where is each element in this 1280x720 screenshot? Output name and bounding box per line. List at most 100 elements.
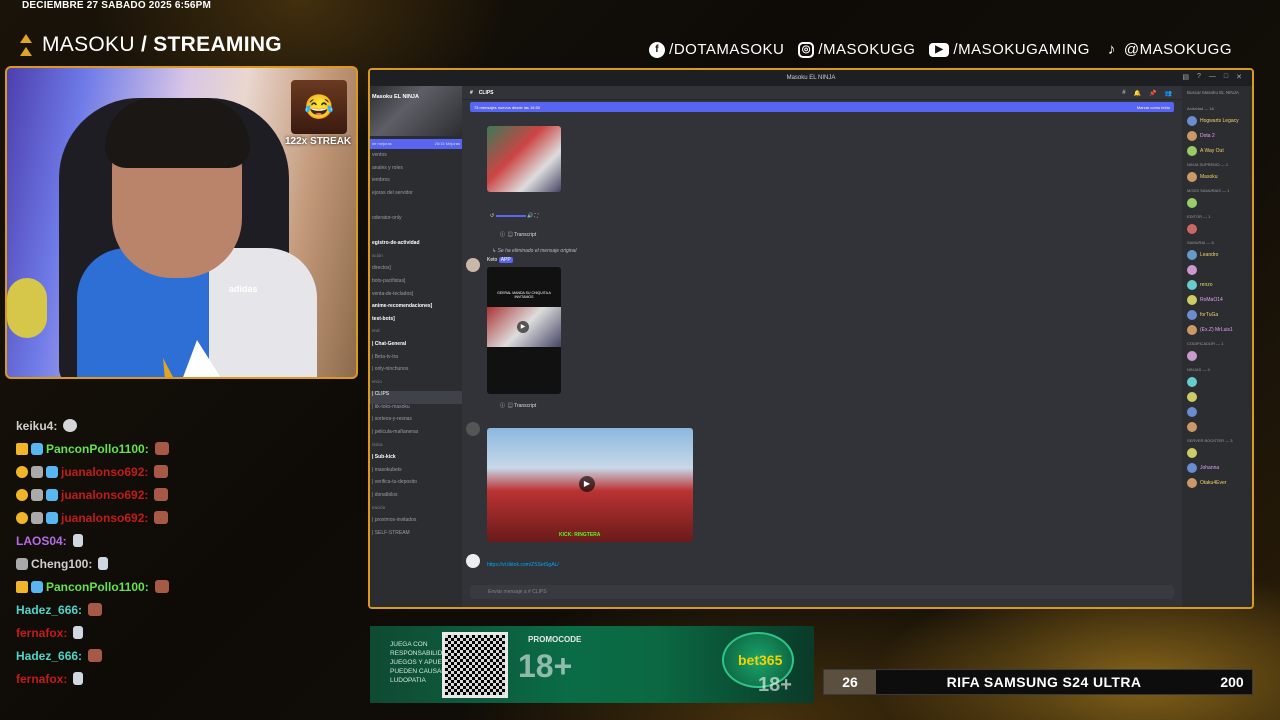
channel-item[interactable]: test-bots] xyxy=(370,316,462,329)
channel-category[interactable]: eral xyxy=(370,328,462,341)
chat-username[interactable]: LAOS04: xyxy=(16,534,67,548)
channel-item[interactable]: | CLIPS xyxy=(370,391,462,404)
author-line[interactable]: Keto APP xyxy=(487,257,513,263)
member-item[interactable]: Leandro xyxy=(1187,247,1247,262)
member-item[interactable] xyxy=(1187,221,1247,236)
channel-category[interactable]: ación xyxy=(370,253,462,266)
member-item[interactable] xyxy=(1187,374,1247,389)
channel-item[interactable]: | verifica-tu-deposito xyxy=(370,479,462,492)
member-item[interactable] xyxy=(1187,348,1247,363)
member-item[interactable]: Hogwarts Legacy xyxy=(1187,113,1247,128)
avatar[interactable] xyxy=(466,422,480,436)
maximize-icon[interactable]: □ xyxy=(1224,73,1228,81)
transcript-button[interactable]: ⓘ ▤ Transcript xyxy=(500,231,536,238)
channel-item[interactable]: ventos xyxy=(370,152,462,165)
member-item[interactable]: Masoku xyxy=(1187,169,1247,184)
bell-icon[interactable]: 🔔 xyxy=(1134,90,1141,97)
channel-item[interactable]: anime-recomendaciones] xyxy=(370,303,462,316)
member-item[interactable] xyxy=(1187,445,1247,460)
close-icon[interactable]: ✕ xyxy=(1236,73,1242,81)
member-item[interactable]: A Way Out xyxy=(1187,143,1247,158)
channel-category[interactable]: ística xyxy=(370,442,462,455)
video-thumbnail[interactable] xyxy=(487,126,561,192)
threads-icon[interactable]: # xyxy=(1122,90,1125,97)
channel-item[interactable]: | Sub-kick xyxy=(370,454,462,467)
member-item[interactable]: renzo xyxy=(1187,277,1247,292)
channel-item[interactable]: | only-ninchunos xyxy=(370,366,462,379)
chat-username[interactable]: Hadez_666: xyxy=(16,649,82,663)
mark-read[interactable]: Marcar como leído xyxy=(1137,105,1170,110)
avatar[interactable] xyxy=(466,258,480,272)
video-thumbnail[interactable]: ▶ KICK: RINGTERA xyxy=(487,428,693,542)
chat-username[interactable]: juanalonso692: xyxy=(61,511,148,525)
server-name[interactable]: Masoku EL NINJA xyxy=(372,94,419,100)
chat-username[interactable]: fernafox: xyxy=(16,626,67,640)
tiktok-link[interactable]: https://vt.tiktok.com/ZSSetSgAL/ xyxy=(487,562,559,568)
one-badge-icon xyxy=(16,488,28,501)
member-item[interactable]: (Ex.Z) MrLuis1 xyxy=(1187,322,1247,337)
member-item[interactable] xyxy=(1187,262,1247,277)
channel-item[interactable]: oderator-only xyxy=(370,215,462,228)
member-item[interactable]: Dota 2 xyxy=(1187,128,1247,143)
chat-username[interactable]: fernafox: xyxy=(16,672,67,686)
chat-username[interactable]: keiku4: xyxy=(16,419,57,433)
inbox-icon[interactable]: ▤ xyxy=(1182,73,1189,81)
member-item[interactable] xyxy=(1187,389,1247,404)
video-controls[interactable]: ↺ 🔊 ⛶ xyxy=(490,213,560,219)
avatar[interactable] xyxy=(466,554,480,568)
member-item[interactable]: Otaku4Ever xyxy=(1187,475,1247,490)
pin-icon[interactable]: 📌 xyxy=(1149,90,1156,97)
channel-item[interactable]: directos] xyxy=(370,265,462,278)
members-icon[interactable]: 👥 xyxy=(1165,90,1172,97)
channel-item[interactable]: | donatbilos xyxy=(370,492,462,505)
chat-username[interactable]: Hadez_666: xyxy=(16,603,82,617)
channel-item[interactable]: | masokubets xyxy=(370,467,462,480)
help-icon[interactable]: ? xyxy=(1197,73,1201,81)
channel-item[interactable]: anales y roles xyxy=(370,165,462,178)
shirt-logo: adidas xyxy=(229,284,258,294)
channel-item[interactable]: bots-pacifistas] xyxy=(370,278,462,291)
window-titlebar: Masoku EL NINJA ▤? — □ ✕ xyxy=(370,70,1252,86)
member-item[interactable] xyxy=(1187,404,1247,419)
author-name[interactable]: Keto xyxy=(487,257,497,263)
minimize-icon[interactable]: — xyxy=(1209,73,1216,81)
channel-item[interactable]: ejoras del servidor xyxy=(370,190,462,203)
channel-item[interactable]: | tik-toks-masoku xyxy=(370,404,462,417)
channel-item[interactable]: | pelicula-mañaneras xyxy=(370,429,462,442)
video-thumbnail[interactable]: GEERAL MANDA SU CHIQUITA A INVITAMOS ▶ xyxy=(487,267,561,394)
plush-toy xyxy=(7,278,47,338)
chat-username[interactable]: PanconPollo1100: xyxy=(46,580,149,594)
member-item[interactable]: Johanna xyxy=(1187,460,1247,475)
channel-item[interactable]: egistro-de-actividad xyxy=(370,240,462,253)
chat-username[interactable]: juanalonso692: xyxy=(61,488,148,502)
bet365-ad: JUEGA CON RESPONSABILIDAD JUEGOS Y APUEST… xyxy=(370,626,814,703)
member-item[interactable]: forTuGa xyxy=(1187,307,1247,322)
channel-item[interactable]: iembros xyxy=(370,177,462,190)
play-icon[interactable]: ▶ xyxy=(517,321,529,333)
member-item[interactable] xyxy=(1187,419,1247,434)
channel-category[interactable] xyxy=(370,202,462,215)
member-search[interactable]: Buscar Masoku EL NINJA xyxy=(1187,90,1247,102)
message-composer[interactable]: Enviar mensaje a # CLIPS xyxy=(470,585,1174,599)
channel-item[interactable] xyxy=(370,228,462,241)
boost-text: de mejoras xyxy=(372,141,392,146)
channel-item[interactable]: | sorteos-y-resnas xyxy=(370,416,462,429)
channel-item[interactable]: venta-de-teclados] xyxy=(370,291,462,304)
channel-item[interactable]: | Beta-tv-tra xyxy=(370,354,462,367)
new-messages-bar[interactable]: 75 mensajes nuevos desde las 16:50 Marcar… xyxy=(470,102,1174,112)
play-icon[interactable]: ▶ xyxy=(579,476,595,492)
channel-category[interactable]: ercio xyxy=(370,379,462,392)
boost-bar[interactable]: de mejoras 25/15 Mejoras xyxy=(370,139,462,149)
avatar xyxy=(1187,197,1197,208)
brand-prefix: MASOKU xyxy=(42,33,135,56)
channel-category[interactable]: eación xyxy=(370,505,462,518)
channel-item[interactable]: | Chat-General xyxy=(370,341,462,354)
member-item[interactable] xyxy=(1187,195,1247,210)
transcript-button[interactable]: ⓘ ▤ Transcript xyxy=(500,402,536,409)
member-item[interactable]: RoMaO14 xyxy=(1187,292,1247,307)
channel-item[interactable]: | SELF-STREAM xyxy=(370,530,462,543)
channel-item[interactable]: | proximos-invitados xyxy=(370,517,462,530)
chat-username[interactable]: juanalonso692: xyxy=(61,465,148,479)
chat-username[interactable]: Cheng100: xyxy=(31,557,92,571)
chat-username[interactable]: PanconPollo1100: xyxy=(46,442,149,456)
